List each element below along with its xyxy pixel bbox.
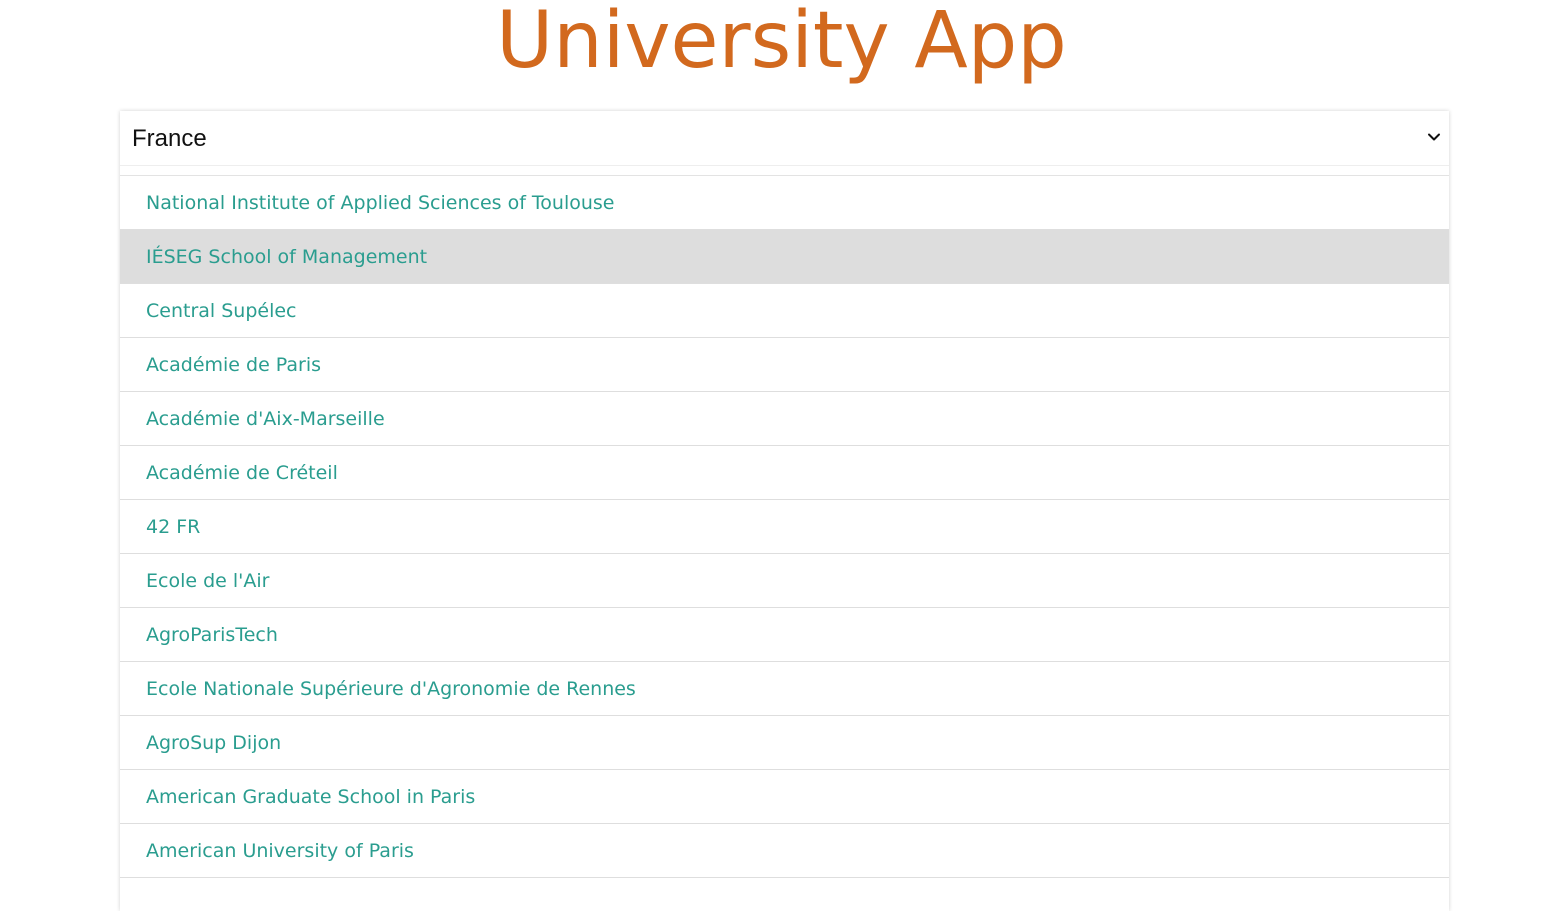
university-list: National Institute of Applied Sciences o… [120, 175, 1449, 878]
list-item[interactable]: American University of Paris [120, 824, 1449, 878]
university-panel: France National Institute of Applied Sci… [120, 111, 1449, 911]
list-item[interactable]: Académie d'Aix-Marseille [120, 392, 1449, 446]
page-title: University App [496, 0, 1067, 86]
list-item[interactable]: Central Supélec [120, 284, 1449, 338]
country-select[interactable]: France [120, 111, 1449, 166]
list-item[interactable]: Ecole Nationale Supérieure d'Agronomie d… [120, 662, 1449, 716]
country-select-value: France [132, 125, 207, 152]
list-item[interactable]: Académie de Créteil [120, 446, 1449, 500]
list-item[interactable]: National Institute of Applied Sciences o… [120, 176, 1449, 230]
list-item[interactable]: IÉSEG School of Management [120, 230, 1449, 284]
list-item[interactable]: 42 FR [120, 500, 1449, 554]
list-item[interactable]: AgroParisTech [120, 608, 1449, 662]
list-item[interactable]: AgroSup Dijon [120, 716, 1449, 770]
list-item[interactable]: Académie de Paris [120, 338, 1449, 392]
list-item[interactable]: American Graduate School in Paris [120, 770, 1449, 824]
chevron-down-icon [1428, 133, 1440, 141]
list-item[interactable]: Ecole de l'Air [120, 554, 1449, 608]
